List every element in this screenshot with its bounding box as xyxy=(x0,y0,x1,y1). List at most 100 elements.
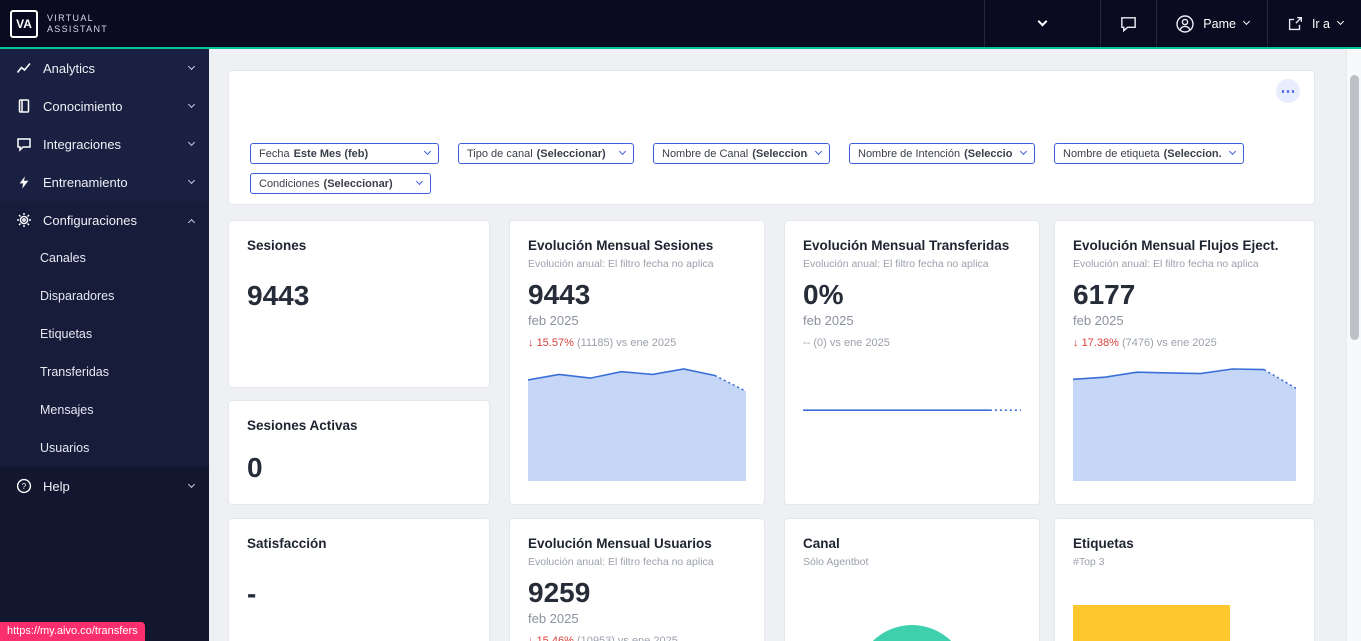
sessions-sparkline-chart xyxy=(528,359,746,481)
card-evolucion-mensual-transferidas: Evolución Mensual Transferidas Evolución… xyxy=(784,220,1040,505)
card-title: Sesiones Activas xyxy=(247,418,358,433)
sidebar-item-etiquetas[interactable]: Etiquetas xyxy=(0,315,209,353)
card-subtitle: Sólo Agentbot xyxy=(803,556,869,568)
card-subtitle: Evolución anual: El filtro fecha no apli… xyxy=(803,258,989,270)
brand-line2: ASSISTANT xyxy=(47,23,109,34)
card-title: Evolución Mensual Flujos Eject. xyxy=(1073,238,1279,253)
app-root: VA VIRTUAL ASSISTANT Pame Ir a Analytics… xyxy=(0,0,1361,641)
delta-detail: (11185) vs ene 2025 xyxy=(576,337,677,349)
sidebar-item-label: Entrenamiento xyxy=(43,174,128,190)
chevron-down-icon xyxy=(814,147,823,156)
card-period: feb 2025 xyxy=(803,313,854,328)
chevron-up-icon xyxy=(187,218,196,226)
card-sesiones-activas: Sesiones Activas 0 xyxy=(228,400,490,505)
filter-value: (Seleccionar) xyxy=(323,177,393,190)
delta-down-arrow: ↓ xyxy=(528,337,534,349)
sidebar-item-entrenamiento[interactable]: Entrenamiento xyxy=(0,163,209,201)
sidebar-item-canales[interactable]: Canales xyxy=(0,239,209,277)
channel-pie-chart xyxy=(856,625,968,641)
user-name: Pame xyxy=(1203,16,1236,31)
go-to-menu[interactable]: Ir a xyxy=(1266,0,1361,47)
va-logo: VA xyxy=(10,9,38,38)
link-preview-tooltip: https://my.aivo.co/transfers xyxy=(0,622,145,641)
delta-neutral: -- xyxy=(803,337,811,349)
card-evolucion-mensual-usuarios: Evolución Mensual Usuarios Evolución anu… xyxy=(509,518,765,641)
vertical-scrollbar[interactable] xyxy=(1346,49,1361,641)
filter-nombre-etiqueta[interactable]: Nombre de etiqueta (Seleccion... xyxy=(1054,143,1244,164)
card-period: feb 2025 xyxy=(528,313,579,328)
sidebar: Analytics Conocimiento Integraciones Ent… xyxy=(0,49,209,641)
analytics-icon xyxy=(15,60,32,77)
card-value: 9443 xyxy=(247,280,310,311)
delta-detail: (10953) vs ene 2025 xyxy=(576,635,678,641)
card-title: Evolución Mensual Usuarios xyxy=(528,536,712,551)
sidebar-item-disparadores[interactable]: Disparadores xyxy=(0,277,209,315)
sidebar-item-mensajes[interactable]: Mensajes xyxy=(0,391,209,429)
sidebar-item-configuraciones[interactable]: Configuraciones xyxy=(0,201,209,239)
filter-condiciones[interactable]: Condiciones (Seleccionar) xyxy=(250,173,431,194)
help-icon: ? xyxy=(15,478,32,495)
chevron-down-icon xyxy=(187,100,196,108)
chat-bubble-icon xyxy=(1121,17,1137,33)
go-to-label: Ir a xyxy=(1311,16,1330,31)
chevron-down-icon xyxy=(1019,147,1028,156)
filter-label: Nombre de etiqueta xyxy=(1063,147,1160,160)
card-value: 0% xyxy=(803,279,844,310)
filter-nombre-intencion[interactable]: Nombre de Intención(Seleccio... xyxy=(849,143,1035,164)
more-options-button[interactable]: ⋯ xyxy=(1276,79,1300,103)
brand[interactable]: VA VIRTUAL ASSISTANT xyxy=(0,9,109,38)
sidebar-item-usuarios[interactable]: Usuarios xyxy=(0,429,209,467)
sidebar-item-transferidas[interactable]: Transferidas xyxy=(0,353,209,391)
filter-chips: Fecha Este Mes (feb) Tipo de canal (Selecc… xyxy=(250,143,1274,194)
card-value: 9443 xyxy=(528,279,591,310)
delta-down-arrow: ↓ xyxy=(1073,337,1079,349)
chevron-down-icon xyxy=(1242,17,1250,26)
sidebar-subitem-label: Canales xyxy=(40,251,86,265)
filter-fecha[interactable]: Fecha Este Mes (feb) xyxy=(250,143,439,164)
filter-value: Este Mes (feb) xyxy=(293,147,369,160)
card-subtitle: Evolución anual: El filtro fecha no apli… xyxy=(528,258,714,270)
card-delta: ↓ 17.38% (7476) vs ene 2025 xyxy=(1073,336,1296,350)
card-subtitle: #Top 3 xyxy=(1073,556,1105,568)
chevron-down-icon xyxy=(1037,16,1048,27)
card-satisfaccion: Satisfacción - xyxy=(228,518,490,641)
chat-icon xyxy=(15,136,32,153)
card-evolucion-mensual-flujos: Evolución Mensual Flujos Eject. Evolució… xyxy=(1054,220,1315,505)
filter-label: Fecha xyxy=(259,147,290,160)
topbar-dropdown-button[interactable] xyxy=(984,0,1100,47)
card-delta: -- (0) vs ene 2025 xyxy=(803,336,1021,350)
external-link-icon xyxy=(1288,16,1302,30)
sidebar-subitem-label: Usuarios xyxy=(40,441,90,455)
card-subtitle: Evolución anual: El filtro fecha no apli… xyxy=(1073,258,1259,270)
card-evolucion-mensual-sesiones: Evolución Mensual Sesiones Evolución anu… xyxy=(509,220,765,505)
main-content: ⋯ Fecha Este Mes (feb) Tipo de canal (Sele… xyxy=(209,49,1361,641)
filter-label: Tipo de canal xyxy=(467,147,533,160)
sidebar-item-integraciones[interactable]: Integraciones xyxy=(0,125,209,163)
filter-value: (Seleccionar) xyxy=(536,147,606,160)
sidebar-item-label: Conocimiento xyxy=(43,98,123,114)
filter-nombre-canal[interactable]: Nombre de Canal(Seleccionar) xyxy=(653,143,830,164)
delta-percent: 17.38% xyxy=(1081,337,1119,349)
chevron-down-icon xyxy=(618,147,627,156)
chevron-down-icon xyxy=(423,147,432,156)
sidebar-item-conocimiento[interactable]: Conocimiento xyxy=(0,87,209,125)
scrollbar-thumb[interactable] xyxy=(1350,75,1359,340)
card-value: 6177 xyxy=(1073,279,1136,310)
sidebar-item-label: Integraciones xyxy=(43,136,122,152)
messages-button[interactable] xyxy=(1100,0,1156,47)
sidebar-item-help[interactable]: ? Help xyxy=(0,467,209,505)
accent-divider xyxy=(0,47,1361,49)
card-title: Evolución Mensual Transferidas xyxy=(803,238,1010,253)
user-avatar-icon xyxy=(1176,14,1194,33)
svg-text:?: ? xyxy=(21,482,26,491)
flows-sparkline-chart xyxy=(1073,359,1296,481)
transfers-sparkline-chart xyxy=(803,359,1021,481)
card-title: Etiquetas xyxy=(1073,536,1134,551)
sidebar-section-configuraciones: Configuraciones Canales Disparadores Eti… xyxy=(0,201,209,467)
card-value: 9259 xyxy=(528,577,591,608)
user-menu[interactable]: Pame xyxy=(1156,0,1267,47)
sidebar-item-analytics[interactable]: Analytics xyxy=(0,49,209,87)
chevron-down-icon xyxy=(187,176,196,184)
delta-percent: 15.46% xyxy=(536,635,574,641)
filter-tipo-canal[interactable]: Tipo de canal (Seleccionar) xyxy=(458,143,634,164)
